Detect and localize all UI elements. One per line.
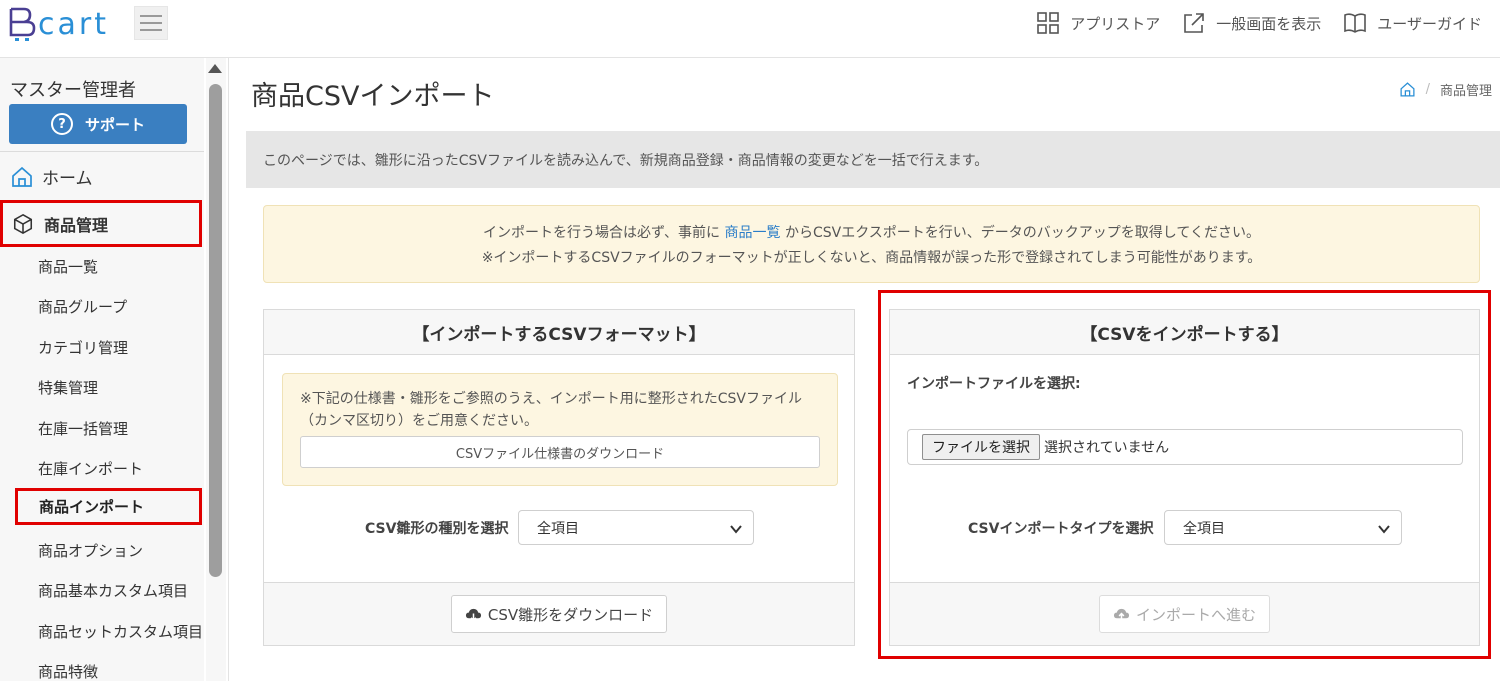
user-guide-link[interactable]: ユーザーガイド	[1343, 11, 1482, 35]
support-label: サポート	[84, 115, 145, 134]
logo-text: cart	[38, 6, 109, 42]
format-panel-footer: CSV雛形をダウンロード	[264, 582, 854, 645]
warning-line-1: インポートを行う場合は必ず、事前に 商品一覧 からCSVエクスポートを行い、デー…	[483, 222, 1260, 242]
home-icon	[12, 166, 32, 187]
logo-b-icon	[9, 7, 36, 41]
sidebar-item-feature[interactable]: 特集管理	[38, 377, 98, 398]
product-list-link[interactable]: 商品一覧	[725, 225, 781, 241]
sidebar-item-stock-bulk[interactable]: 在庫一括管理	[38, 418, 128, 439]
template-type-value: 全項目	[537, 520, 579, 537]
sidebar-divider	[0, 151, 204, 152]
template-type-select[interactable]: 全項目	[518, 510, 754, 545]
page-title: 商品CSVインポート	[251, 81, 495, 112]
choose-file-button[interactable]: ファイルを選択	[922, 434, 1040, 460]
sidebar-item-stock-import[interactable]: 在庫インポート	[38, 458, 143, 479]
sidebar-item-product-import[interactable]: 商品インポート	[15, 488, 202, 525]
cloud-upload-icon	[1113, 608, 1130, 620]
book-icon	[1344, 13, 1367, 33]
view-storefront-label: 一般画面を表示	[1216, 14, 1322, 33]
download-spec-button[interactable]: CSVファイル仕様書のダウンロード	[300, 436, 820, 468]
sidebar-item-product-label: 商品管理	[44, 215, 109, 235]
sidebar-item-category[interactable]: カテゴリ管理	[38, 337, 128, 358]
import-type-select[interactable]: 全項目	[1164, 510, 1402, 545]
user-guide-label: ユーザーガイド	[1377, 14, 1482, 33]
import-panel-footer: インポートへ進む	[890, 582, 1479, 645]
import-type-label: CSVインポートタイプを選択	[968, 521, 1154, 537]
bcart-logo[interactable]: cart	[8, 6, 109, 42]
csv-format-panel: 【インポートするCSVフォーマット】 ※下記の仕様書・雛形をご参照のうえ、インポ…	[263, 309, 855, 646]
hamburger-menu-button[interactable]	[134, 6, 168, 40]
csv-import-panel: 【CSVをインポートする】 インポートファイルを選択: ファイルを選択 選択され…	[889, 309, 1480, 646]
sidebar-item-product-option[interactable]: 商品オプション	[38, 540, 143, 561]
app-store-link[interactable]: アプリストア	[1036, 11, 1160, 35]
sidebar-item-product-list[interactable]: 商品一覧	[38, 256, 98, 277]
question-icon: ?	[50, 113, 73, 135]
proceed-import-button[interactable]: インポートへ進む	[1099, 595, 1270, 633]
app-store-label: アプリストア	[1070, 14, 1161, 33]
format-note-box: ※下記の仕様書・雛形をご参照のうえ、インポート用に整形されたCSVファイル（カン…	[282, 373, 838, 486]
template-type-label: CSV雛形の種別を選択	[365, 521, 509, 537]
import-type-value: 全項目	[1183, 520, 1225, 537]
sidebar-item-product-management[interactable]: 商品管理	[0, 200, 202, 247]
grid-icon	[1037, 12, 1060, 34]
chevron-down-icon	[730, 525, 742, 534]
box-icon	[13, 213, 33, 234]
proceed-import-label: インポートへ進む	[1135, 605, 1256, 624]
external-link-icon	[1184, 13, 1205, 33]
import-file-label: インポートファイルを選択:	[907, 376, 1081, 392]
page-description: このページでは、雛形に沿ったCSVファイルを読み込んで、新規商品登録・商品情報の…	[246, 131, 1500, 188]
backup-warning: インポートを行う場合は必ず、事前に 商品一覧 からCSVエクスポートを行い、デー…	[263, 205, 1480, 283]
view-storefront-link[interactable]: 一般画面を表示	[1182, 11, 1321, 35]
scroll-up-arrow-icon[interactable]	[208, 64, 222, 73]
warning-line-2: ※インポートするCSVファイルのフォーマットが正しくないと、商品情報が誤った形で…	[481, 249, 1262, 266]
scrollbar-thumb[interactable]	[209, 84, 222, 577]
sidebar-item-product-group[interactable]: 商品グループ	[38, 296, 127, 317]
download-template-button[interactable]: CSV雛形をダウンロード	[451, 595, 667, 633]
sidebar-user-name: マスター管理者	[10, 80, 136, 101]
sidebar-item-basic-custom[interactable]: 商品基本カスタム項目	[38, 580, 188, 601]
file-status-text: 選択されていません	[1044, 440, 1170, 456]
sidebar-item-home-label: ホーム	[42, 169, 93, 189]
import-file-input[interactable]: ファイルを選択 選択されていません	[907, 429, 1463, 465]
download-template-label: CSV雛形をダウンロード	[487, 605, 654, 624]
csv-import-heading: 【CSVをインポートする】	[890, 310, 1479, 355]
csv-format-heading: 【インポートするCSVフォーマット】	[264, 310, 854, 355]
warning-text-pre: インポートを行う場合は必ず、事前に	[483, 224, 721, 241]
sidebar-item-set-custom[interactable]: 商品セットカスタム項目	[38, 621, 203, 642]
sidebar: マスター管理者 ? サポート ホーム 商品管理 商品一覧 商品グループ カテゴリ…	[0, 58, 204, 681]
format-note-text: ※下記の仕様書・雛形をご参照のうえ、インポート用に整形されたCSVファイル（カン…	[300, 391, 802, 429]
chevron-down-icon	[1378, 525, 1390, 534]
home-icon[interactable]	[1399, 81, 1416, 98]
breadcrumb-current: 商品管理	[1439, 84, 1492, 99]
header-links: アプリストア 一般画面を表示 ユーザーガイド	[1036, 8, 1482, 38]
warning-text-post: からCSVエクスポートを行い、データのバックアップを取得してください。	[784, 224, 1260, 241]
sidebar-item-product-features[interactable]: 商品特徴	[38, 661, 98, 681]
cloud-download-icon	[465, 608, 481, 621]
sidebar-item-home[interactable]: ホーム	[10, 164, 93, 189]
support-button[interactable]: ? サポート	[9, 104, 187, 144]
breadcrumb-separator: /	[1425, 82, 1430, 97]
sidebar-border	[228, 58, 229, 681]
breadcrumb: / 商品管理	[1399, 80, 1492, 99]
top-header: cart アプリストア 一般画面を表示 ユーザーガイド	[0, 0, 1500, 58]
